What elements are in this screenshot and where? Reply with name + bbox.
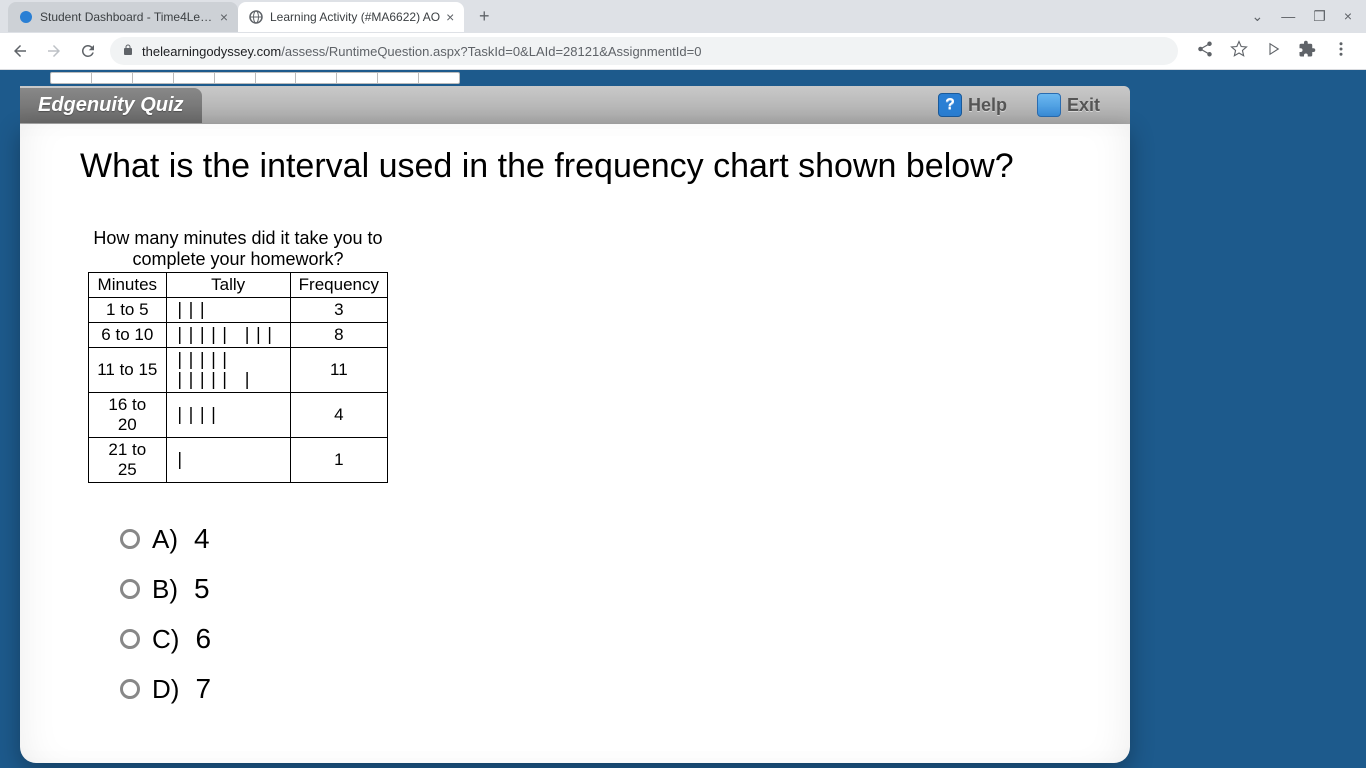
cell-tally: ||||| ||||| | <box>166 348 290 393</box>
close-window-icon[interactable]: × <box>1344 8 1352 25</box>
answer-value: 7 <box>195 673 211 705</box>
answer-value: 5 <box>194 573 210 605</box>
radio-icon <box>120 579 140 599</box>
col-tally: Tally <box>166 273 290 298</box>
answer-option-c[interactable]: C) 6 <box>120 623 1070 655</box>
favicon-globe <box>248 9 264 25</box>
answer-value: 4 <box>194 523 210 555</box>
tab-student-dashboard[interactable]: Student Dashboard - Time4Learn × <box>8 2 238 32</box>
browser-chrome: Student Dashboard - Time4Learn × Learnin… <box>0 0 1366 70</box>
cell-minutes: 1 to 5 <box>89 298 167 323</box>
minimize-icon[interactable]: — <box>1281 8 1295 25</box>
toolbar-actions <box>1188 40 1358 63</box>
answer-letter: D) <box>152 674 179 705</box>
url-text: thelearningodyssey.com/assess/RuntimeQue… <box>142 44 701 59</box>
col-frequency: Frequency <box>290 273 387 298</box>
cell-tally: ||||| ||| <box>166 323 290 348</box>
answer-list: A) 4 B) 5 C) 6 D) 7 <box>120 523 1070 705</box>
table-row: 1 to 5|||3 <box>89 298 388 323</box>
new-tab-button[interactable]: + <box>470 3 498 31</box>
chevron-down-icon[interactable]: ⌄ <box>1252 8 1264 25</box>
url-bar[interactable]: thelearningodyssey.com/assess/RuntimeQue… <box>110 37 1178 65</box>
cell-minutes: 6 to 10 <box>89 323 167 348</box>
help-button[interactable]: ? Help <box>938 93 1007 117</box>
question-text: What is the interval used in the frequen… <box>80 144 1070 188</box>
quiz-header: Edgenuity Quiz ? Help Exit <box>20 86 1130 124</box>
cell-frequency: 11 <box>290 348 387 393</box>
col-minutes: Minutes <box>89 273 167 298</box>
radio-icon <box>120 629 140 649</box>
tab-bar: Student Dashboard - Time4Learn × Learnin… <box>0 0 1366 33</box>
cell-minutes: 16 to 20 <box>89 393 167 438</box>
exit-icon <box>1037 93 1061 117</box>
restore-icon[interactable]: ❐ <box>1313 8 1326 25</box>
table-row: 6 to 10||||| |||8 <box>89 323 388 348</box>
frequency-table: Minutes Tally Frequency 1 to 5|||36 to 1… <box>88 272 388 483</box>
lock-icon <box>122 44 134 59</box>
cell-minutes: 11 to 15 <box>89 348 167 393</box>
help-icon: ? <box>938 93 962 117</box>
answer-value: 6 <box>195 623 211 655</box>
quiz-body: What is the interval used in the frequen… <box>20 124 1130 763</box>
answer-option-b[interactable]: B) 5 <box>120 573 1070 605</box>
cell-tally: ||| <box>166 298 290 323</box>
cell-tally: | <box>166 438 290 483</box>
cell-tally: |||| <box>166 393 290 438</box>
cell-minutes: 21 to 25 <box>89 438 167 483</box>
extensions-icon[interactable] <box>1298 40 1316 63</box>
close-icon[interactable]: × <box>446 9 454 25</box>
star-icon[interactable] <box>1230 40 1248 63</box>
cell-frequency: 4 <box>290 393 387 438</box>
quiz-title: Edgenuity Quiz <box>20 88 202 123</box>
close-icon[interactable]: × <box>220 9 228 25</box>
table-row: 21 to 25|1 <box>89 438 388 483</box>
frequency-chart: How many minutes did it take you to comp… <box>88 228 1070 483</box>
favicon-time4learning <box>18 9 34 25</box>
answer-letter: B) <box>152 574 178 605</box>
toolbar: thelearningodyssey.com/assess/RuntimeQue… <box>0 33 1366 70</box>
table-row: 16 to 20||||4 <box>89 393 388 438</box>
menu-icon[interactable] <box>1332 40 1350 63</box>
page-background: Edgenuity Quiz ? Help Exit What is the i… <box>0 70 1366 768</box>
answer-option-d[interactable]: D) 7 <box>120 673 1070 705</box>
table-row: 11 to 15||||| ||||| |11 <box>89 348 388 393</box>
chart-caption: How many minutes did it take you to comp… <box>88 228 388 270</box>
cell-frequency: 1 <box>290 438 387 483</box>
tab-learning-activity[interactable]: Learning Activity (#MA6622) AO × <box>238 2 464 32</box>
tab-title: Learning Activity (#MA6622) AO <box>270 10 440 24</box>
radio-icon <box>120 529 140 549</box>
back-button[interactable] <box>8 39 32 63</box>
reload-button[interactable] <box>76 39 100 63</box>
exit-button[interactable]: Exit <box>1037 93 1100 117</box>
cell-frequency: 3 <box>290 298 387 323</box>
answer-letter: A) <box>152 524 178 555</box>
cell-frequency: 8 <box>290 323 387 348</box>
forward-button[interactable] <box>42 39 66 63</box>
share-icon[interactable] <box>1196 40 1214 63</box>
tab-title: Student Dashboard - Time4Learn <box>40 10 214 24</box>
quiz-progress <box>50 72 460 84</box>
quiz-frame: Edgenuity Quiz ? Help Exit What is the i… <box>20 70 1130 763</box>
play-icon[interactable] <box>1264 40 1282 63</box>
answer-letter: C) <box>152 624 179 655</box>
radio-icon <box>120 679 140 699</box>
answer-option-a[interactable]: A) 4 <box>120 523 1070 555</box>
window-controls: ⌄ — ❐ × <box>1252 8 1366 25</box>
